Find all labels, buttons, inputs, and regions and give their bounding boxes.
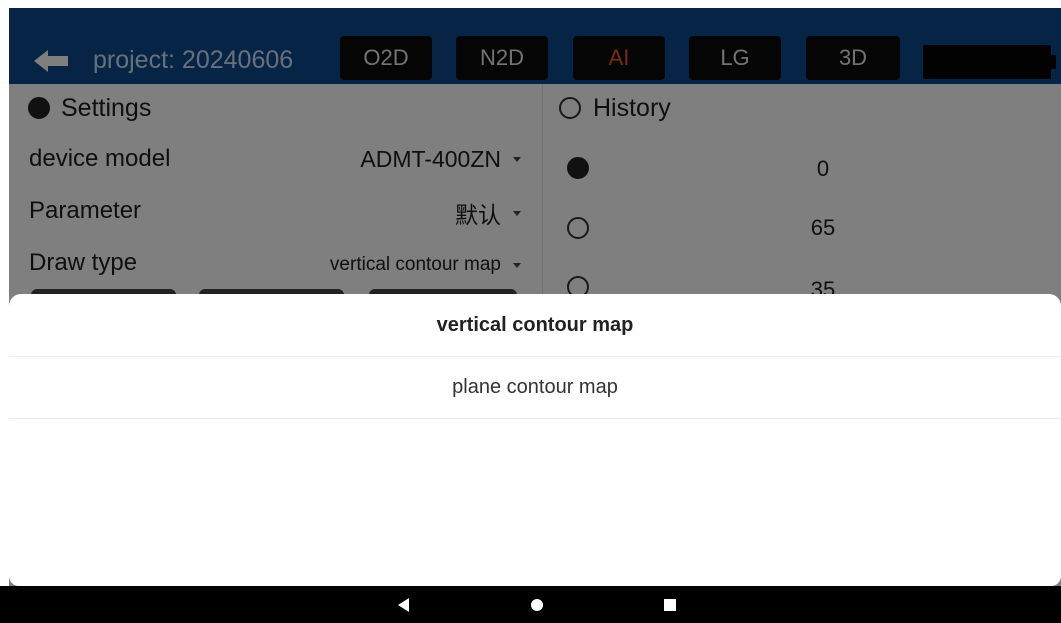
- draw-type-picker-sheet: vertical contour map plane contour map: [9, 294, 1061, 586]
- option-vertical-contour-map[interactable]: vertical contour map: [9, 294, 1061, 357]
- square-recent-icon[interactable]: [664, 599, 676, 611]
- app-screen: project: 20240606 O2D N2D AI LG 3D Setti…: [9, 8, 1061, 586]
- circle-home-icon[interactable]: [531, 599, 543, 611]
- triangle-back-icon[interactable]: [398, 598, 409, 612]
- system-nav-bar: [0, 586, 1061, 623]
- option-plane-contour-map[interactable]: plane contour map: [9, 356, 1061, 419]
